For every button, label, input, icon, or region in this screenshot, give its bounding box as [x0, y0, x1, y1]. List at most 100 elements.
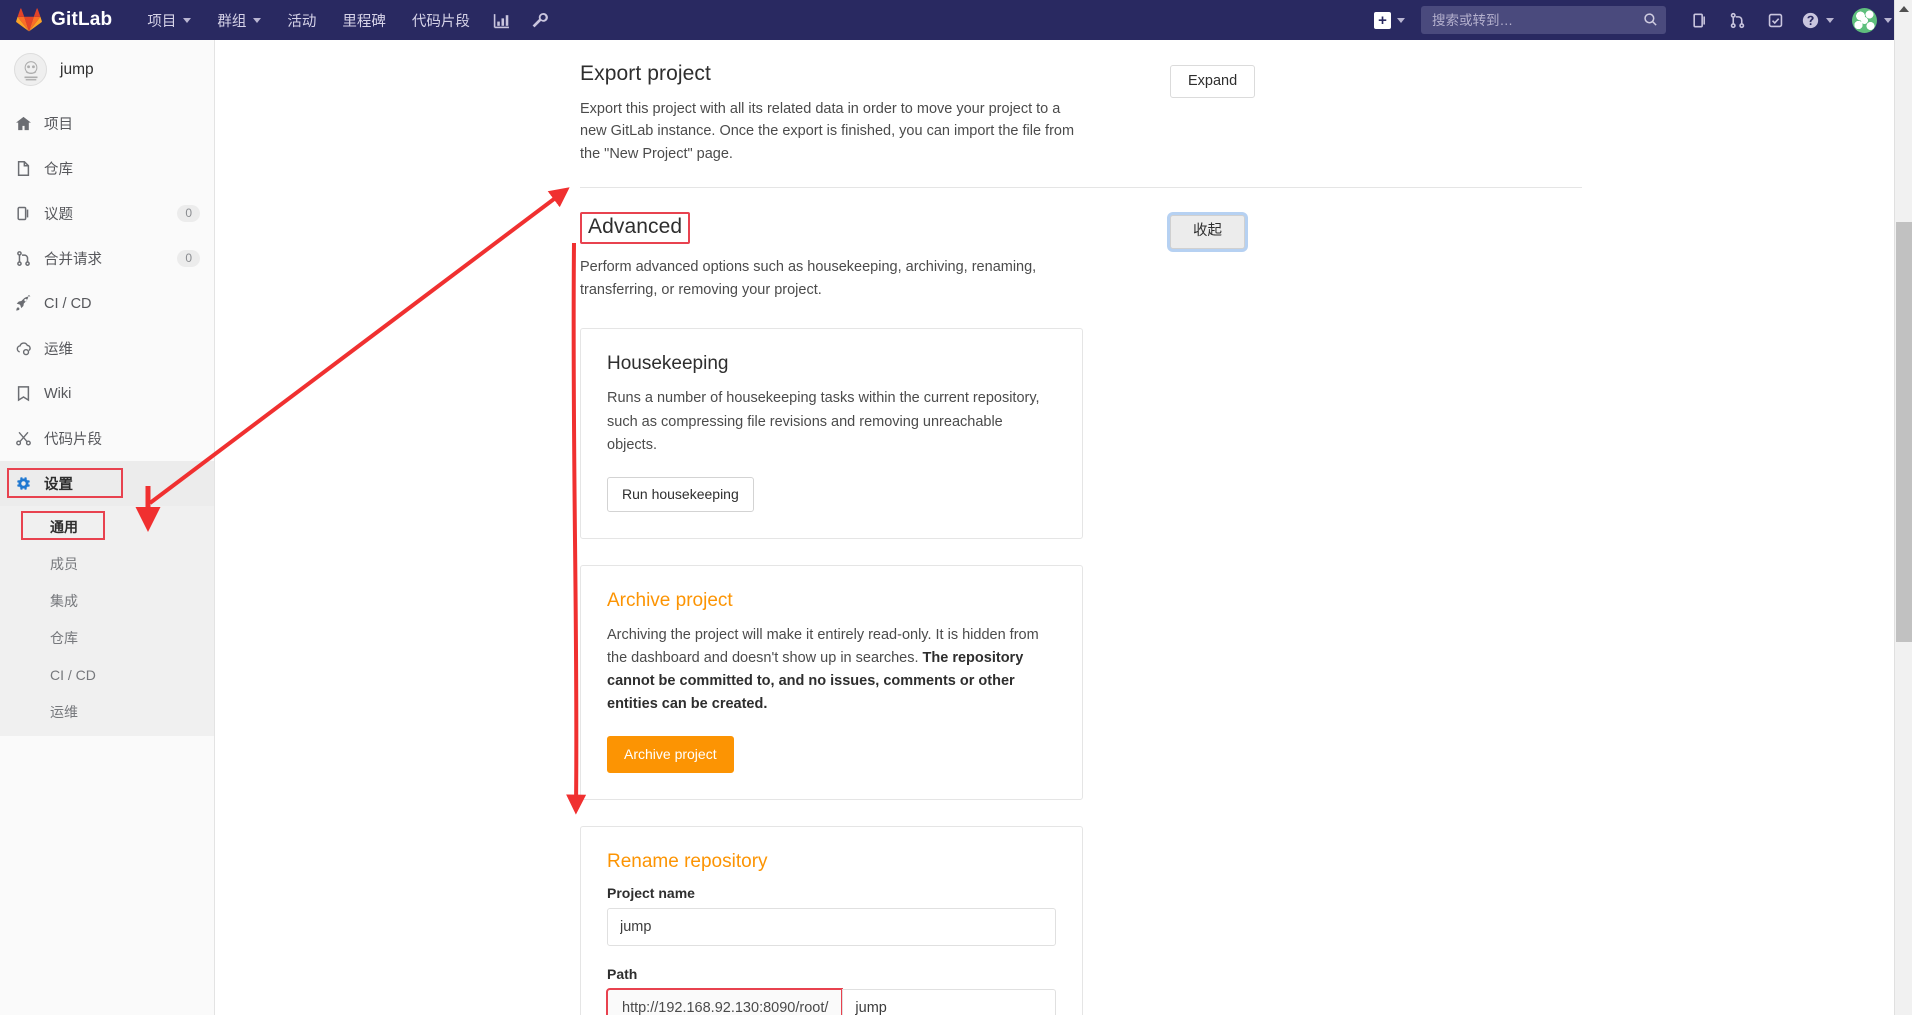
project-name-field-group: Project name: [607, 885, 1056, 946]
search-input[interactable]: [1421, 6, 1666, 34]
chart-icon[interactable]: [483, 0, 521, 40]
housekeeping-title: Housekeeping: [607, 353, 1056, 375]
scroll-up-arrow-icon[interactable]: [1895, 0, 1912, 18]
sidebar-subitem-operations[interactable]: 运维: [0, 693, 214, 730]
path-input-group: http://192.168.92.130:8090/root/: [607, 989, 1056, 1015]
sidebar-subitem-general-label: 通用: [50, 517, 78, 537]
merge-request-icon: [15, 250, 32, 267]
sidebar-subitem-repository[interactable]: 仓库: [0, 619, 214, 656]
advanced-description-col: Advanced Perform advanced options such a…: [215, 212, 1083, 1015]
archive-project-title: Archive project: [607, 590, 1056, 612]
todos-icon[interactable]: [1756, 0, 1794, 40]
sidebar-item-settings-label: 设置: [44, 473, 200, 494]
project-sidebar: jump 项目 仓库 议题 0: [0, 40, 215, 1015]
archive-project-description: Archiving the project will make it entir…: [607, 624, 1056, 717]
help-icon[interactable]: [1794, 0, 1842, 40]
gitlab-tanuki-icon: [16, 8, 42, 32]
path-field-group: Path http://192.168.92.130:8090/root/: [607, 966, 1056, 1015]
issues-icon[interactable]: [1680, 0, 1718, 40]
sidebar-item-wiki[interactable]: Wiki: [0, 371, 214, 416]
sidebar-subitem-integrations[interactable]: 集成: [0, 582, 214, 619]
sidebar-subitem-repository-label: 仓库: [50, 628, 78, 648]
chevron-down-icon: [253, 18, 261, 23]
path-input[interactable]: [842, 989, 1056, 1015]
archive-project-button[interactable]: Archive project: [607, 736, 734, 773]
chevron-down-icon: [183, 18, 191, 23]
cloud-gear-icon: [15, 340, 32, 357]
sidebar-subitem-cicd-label: CI / CD: [50, 667, 96, 683]
sidebar-item-cicd[interactable]: CI / CD: [0, 281, 214, 326]
expand-button[interactable]: Expand: [1170, 65, 1255, 98]
sidebar-subitem-general[interactable]: 通用: [0, 508, 214, 545]
sidebar-nav-list: 项目 仓库 议题 0: [0, 99, 214, 736]
advanced-action-col: 收起: [1083, 212, 1413, 1015]
sidebar-item-settings[interactable]: 设置: [0, 461, 214, 506]
user-avatar: [1852, 8, 1877, 33]
brand-name: GitLab: [51, 9, 112, 31]
project-avatar: [14, 53, 47, 86]
vertical-scrollbar[interactable]: [1894, 0, 1912, 1015]
project-name-label: Project name: [607, 885, 1056, 901]
sidebar-subitem-cicd[interactable]: CI / CD: [0, 656, 214, 693]
new-item-dropdown[interactable]: +: [1364, 0, 1415, 40]
nav-groups[interactable]: 群组: [204, 0, 274, 40]
sidebar-item-repository[interactable]: 仓库: [0, 146, 214, 191]
sidebar-item-project-label: 项目: [44, 113, 200, 134]
sidebar-item-issues-label: 议题: [44, 203, 165, 224]
scrollbar-thumb[interactable]: [1896, 222, 1912, 642]
sidebar-settings-submenu: 通用 成员 集成 仓库 CI / CD 运维: [0, 506, 214, 736]
rocket-icon: [15, 295, 32, 312]
search-icon: [1643, 12, 1658, 27]
chevron-down-icon: [1826, 18, 1834, 23]
export-project-action-col: Expand: [1083, 62, 1413, 165]
sidebar-subitem-members[interactable]: 成员: [0, 545, 214, 582]
nav-milestones-label: 里程碑: [342, 10, 386, 31]
nav-links: 项目 群组 活动 里程碑 代码片段: [134, 0, 559, 40]
sidebar-item-snippets[interactable]: 代码片段: [0, 416, 214, 461]
archive-project-panel: Archive project Archiving the project wi…: [580, 565, 1083, 801]
rename-repository-title: Rename repository: [607, 851, 1056, 873]
nav-projects-label: 项目: [147, 10, 176, 31]
gear-icon: [15, 475, 32, 492]
sidebar-subitem-integrations-label: 集成: [50, 591, 78, 611]
wrench-icon[interactable]: [521, 0, 559, 40]
export-project-title: Export project: [580, 62, 1083, 86]
sidebar-item-merge-requests-label: 合并请求: [44, 248, 165, 269]
collapse-button[interactable]: 收起: [1170, 215, 1245, 248]
sidebar-project-header[interactable]: jump: [0, 40, 214, 99]
issues-icon: [15, 205, 32, 222]
nav-activity-label: 活动: [287, 10, 316, 31]
user-menu[interactable]: [1842, 8, 1898, 33]
home-icon: [15, 115, 32, 132]
advanced-section: Advanced Perform advanced options such a…: [215, 212, 1890, 1015]
nav-snippets[interactable]: 代码片段: [399, 0, 483, 40]
sidebar-item-cicd-label: CI / CD: [44, 296, 200, 312]
sidebar-item-merge-requests-badge: 0: [177, 250, 200, 267]
export-project-description-col: Export project Export this project with …: [215, 62, 1083, 165]
sidebar-item-issues[interactable]: 议题 0: [0, 191, 214, 236]
book-icon: [15, 385, 32, 402]
sidebar-item-snippets-label: 代码片段: [44, 428, 200, 449]
sidebar-item-project[interactable]: 项目: [0, 101, 214, 146]
search-container[interactable]: [1421, 6, 1666, 34]
sidebar-item-operations[interactable]: 运维: [0, 326, 214, 371]
nav-activity[interactable]: 活动: [274, 0, 329, 40]
nav-projects[interactable]: 项目: [134, 0, 204, 40]
export-project-description: Export this project with all its related…: [580, 98, 1083, 165]
merge-requests-icon[interactable]: [1718, 0, 1756, 40]
housekeeping-description: Runs a number of housekeeping tasks with…: [607, 387, 1056, 457]
nav-milestones[interactable]: 里程碑: [329, 0, 399, 40]
sidebar-item-issues-badge: 0: [177, 205, 200, 222]
gitlab-home-link[interactable]: GitLab: [0, 0, 134, 40]
advanced-description: Perform advanced options such as houseke…: [580, 256, 1083, 301]
sidebar-item-repository-label: 仓库: [44, 158, 200, 179]
chevron-down-icon: [1397, 18, 1405, 23]
sidebar-item-merge-requests[interactable]: 合并请求 0: [0, 236, 214, 281]
run-housekeeping-button[interactable]: Run housekeeping: [607, 477, 754, 512]
chevron-down-icon: [1884, 18, 1892, 23]
export-project-section: Export project Export this project with …: [215, 40, 1890, 165]
advanced-title: Advanced: [580, 212, 690, 244]
sidebar-item-wiki-label: Wiki: [44, 386, 200, 402]
section-divider: [580, 187, 1582, 188]
project-name-input[interactable]: [607, 908, 1056, 946]
